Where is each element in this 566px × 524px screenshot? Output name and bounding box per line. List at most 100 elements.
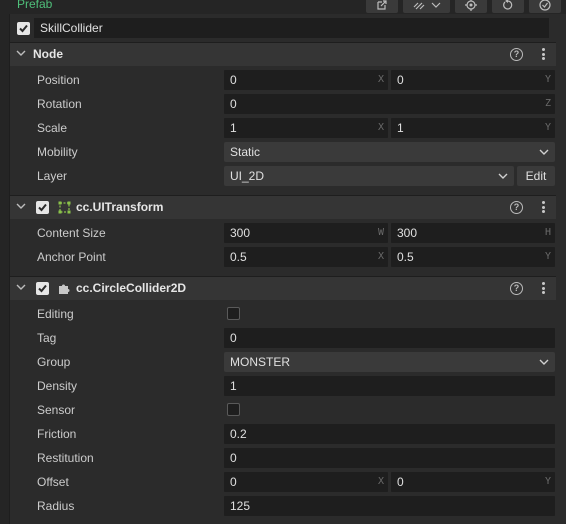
radius-row: Radius 125 [10, 494, 556, 518]
more-options-icon[interactable] [542, 282, 546, 296]
circlecollider-section-header[interactable]: cc.CircleCollider2D ? [10, 276, 556, 300]
content-size-width-input[interactable]: 300 W [224, 223, 388, 243]
mobility-select[interactable]: Static [224, 142, 555, 162]
chevron-down-icon [498, 173, 508, 179]
sensor-checkbox[interactable] [227, 403, 240, 416]
position-x-input[interactable]: 0X [224, 70, 388, 90]
uitransform-enabled-checkbox[interactable] [36, 201, 49, 214]
position-label: Position [37, 73, 80, 87]
more-options-icon[interactable] [542, 48, 546, 62]
editing-row: Editing [10, 302, 556, 326]
content-size-label: Content Size [37, 226, 106, 240]
offset-label: Offset [37, 475, 69, 489]
offset-y-input[interactable]: 0Y [391, 472, 555, 492]
group-label: Group [37, 355, 71, 369]
axis-x-label: X [377, 251, 384, 262]
tag-row: Tag 0 [10, 326, 556, 350]
content-size-height-input[interactable]: 300 H [391, 223, 555, 243]
group-select[interactable]: MONSTER [224, 352, 555, 372]
more-options-icon[interactable] [542, 201, 546, 215]
link-settings-icon [413, 2, 440, 9]
friction-row: Friction 0.2 [10, 422, 556, 446]
node-name-input[interactable]: SkillCollider [34, 18, 549, 38]
friction-label: Friction [37, 427, 77, 441]
transform-component-icon [58, 201, 71, 214]
friction-input[interactable]: 0.2 [224, 424, 555, 444]
anchor-x-input[interactable]: 0.5 X [224, 247, 388, 267]
revert-icon [503, 0, 513, 10]
layer-edit-button[interactable]: Edit [517, 166, 555, 186]
chevron-down-icon [539, 359, 549, 365]
prefab-label: Prefab [17, 0, 53, 11]
help-icon[interactable]: ? [510, 282, 523, 295]
open-external-icon [377, 0, 387, 10]
open-external-button[interactable] [366, 0, 398, 13]
link-settings-button[interactable] [403, 0, 450, 13]
layer-row: Layer UI_2D Edit [10, 164, 556, 188]
density-label: Density [37, 379, 78, 393]
axis-h-label: H [544, 227, 551, 238]
chevron-down-icon [16, 203, 26, 209]
density-input[interactable]: 1 [224, 376, 555, 396]
locate-icon [465, 0, 477, 11]
uitransform-section-header[interactable]: cc.UITransform ? [10, 195, 556, 219]
axis-y-label: Y [544, 251, 551, 262]
apply-button[interactable] [529, 0, 561, 13]
tag-label: Tag [37, 331, 57, 345]
scale-label: Scale [37, 121, 68, 135]
node-active-checkbox[interactable] [17, 22, 30, 35]
axis-x-label: X [377, 74, 384, 85]
offset-x-input[interactable]: 0X [224, 472, 388, 492]
checkmark-icon [38, 203, 47, 212]
help-icon[interactable]: ? [510, 201, 523, 214]
chevron-down-icon [16, 50, 26, 56]
axis-y-label: Y [544, 74, 551, 85]
content-size-row: Content Size 300 W 300 H [10, 221, 556, 245]
locate-button[interactable] [455, 0, 487, 13]
axis-x-label: X [377, 476, 384, 487]
editing-label: Editing [37, 307, 74, 321]
anchor-point-row: Anchor Point 0.5 X 0.5 Y [10, 245, 556, 269]
mobility-label: Mobility [37, 145, 78, 159]
anchor-y-input[interactable]: 0.5 Y [391, 247, 555, 267]
restitution-row: Restitution 0 [10, 446, 556, 470]
radius-input[interactable]: 125 [224, 496, 555, 516]
layer-label: Layer [37, 169, 68, 183]
position-row: Position 0X 0Y [10, 68, 556, 92]
offset-row: Offset 0X 0Y [10, 470, 556, 494]
group-row: Group MONSTER [10, 350, 556, 374]
uitransform-section-title: cc.UITransform [76, 200, 164, 214]
restitution-input[interactable]: 0 [224, 448, 555, 468]
rotation-row: Rotation 0Z [10, 92, 556, 116]
node-section-header[interactable]: Node ? [10, 42, 556, 66]
axis-z-label: Z [544, 98, 551, 109]
editing-checkbox[interactable] [227, 307, 240, 320]
scale-y-input[interactable]: 1Y [391, 118, 555, 138]
mobility-row: Mobility Static [10, 140, 556, 164]
revert-button[interactable] [492, 0, 524, 13]
sensor-label: Sensor [37, 403, 76, 417]
restitution-label: Restitution [37, 451, 94, 465]
layer-select[interactable]: UI_2D [224, 166, 514, 186]
checkmark-icon [38, 284, 47, 293]
help-icon[interactable]: ? [510, 48, 523, 61]
radius-label: Radius [37, 499, 75, 513]
axis-x-label: X [377, 122, 384, 133]
rotation-z-input[interactable]: 0Z [224, 94, 555, 114]
chevron-down-icon [539, 149, 549, 155]
tag-input[interactable]: 0 [224, 328, 555, 348]
apply-icon [539, 0, 551, 11]
position-y-input[interactable]: 0Y [391, 70, 555, 90]
checkmark-icon [19, 24, 28, 33]
axis-y-label: Y [544, 476, 551, 487]
scale-row: Scale 1X 1Y [10, 116, 556, 140]
sensor-row: Sensor [10, 398, 556, 422]
anchor-point-label: Anchor Point [37, 250, 106, 264]
axis-y-label: Y [544, 122, 551, 133]
scale-x-input[interactable]: 1X [224, 118, 388, 138]
rotation-label: Rotation [37, 97, 82, 111]
circlecollider-enabled-checkbox[interactable] [36, 282, 49, 295]
inspector-scrollbar[interactable] [556, 40, 566, 524]
axis-w-label: W [377, 227, 384, 238]
chevron-down-icon [16, 284, 26, 290]
